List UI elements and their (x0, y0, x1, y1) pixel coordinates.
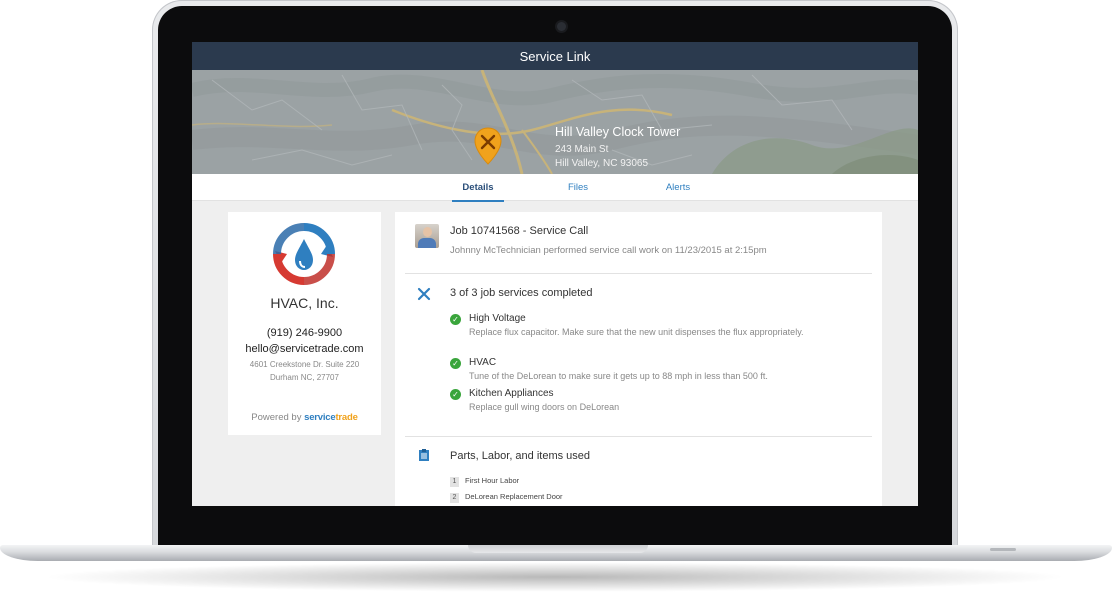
brand-part1: service (304, 412, 336, 423)
service-name: High Voltage (469, 313, 526, 324)
part-number: 1 (450, 477, 459, 487)
servicetrade-logo: servicetrade (304, 412, 358, 423)
parts-title: Parts, Labor, and items used (450, 450, 591, 462)
check-icon: ✓ (450, 358, 461, 369)
job-subtitle: Johnny McTechnician performed service ca… (450, 245, 767, 256)
tab-files[interactable]: Files (558, 174, 598, 200)
divider (405, 273, 872, 274)
company-address-line1: 4601 Creekstone Dr. Suite 220 (249, 360, 360, 369)
services-summary: 3 of 3 job services completed (450, 287, 593, 299)
location-street: 243 Main St (555, 144, 609, 155)
laptop-base-notch (468, 545, 648, 553)
service-description: Tune of the DeLorean to make sure it get… (469, 371, 768, 381)
service-description: Replace gull wing doors on DeLorean (469, 402, 620, 412)
tab-details[interactable]: Details (452, 174, 504, 202)
company-logo (271, 221, 337, 292)
check-icon: ✓ (450, 314, 461, 325)
powered-by-label: Powered by (251, 412, 302, 423)
powered-by[interactable]: Powered by servicetrade (228, 412, 381, 423)
location-map[interactable]: Hill Valley Clock Tower 243 Main St Hill… (192, 70, 918, 174)
part-item: 1 First Hour Labor (450, 476, 519, 487)
company-email[interactable]: hello@servicetrade.com (228, 343, 381, 355)
part-label: First Hour Labor (465, 476, 520, 485)
service-name: Kitchen Appliances (469, 388, 554, 399)
brand-part2: trade (335, 412, 358, 423)
company-card: HVAC, Inc. (919) 246-9900 hello@servicet… (228, 212, 381, 435)
company-address-line2: Durham NC, 27707 (270, 373, 339, 382)
laptop-base-indicator (990, 548, 1016, 551)
camera-icon (557, 22, 566, 31)
job-title: Job 10741568 - Service Call (450, 225, 589, 237)
location-city: Hill Valley, NC 93065 (555, 158, 649, 169)
clipboard-icon (417, 448, 431, 467)
app-title: Service Link (519, 48, 591, 64)
check-icon: ✓ (450, 389, 461, 400)
divider (405, 436, 872, 437)
company-name: HVAC, Inc. (270, 295, 339, 311)
app-titlebar: Service Link (192, 42, 918, 70)
tab-alerts[interactable]: Alerts (658, 174, 698, 200)
service-name: HVAC (469, 357, 497, 368)
technician-avatar (415, 224, 439, 248)
part-label: DeLorean Replacement Door (465, 492, 563, 501)
part-item: 2 DeLorean Replacement Door (450, 492, 563, 503)
job-card: Job 10741568 - Service Call Johnny McTec… (395, 212, 882, 506)
app-screen: Service Link Hill Valley Clock Tower 243… (192, 42, 918, 506)
tab-bar: Details Files Alerts (192, 174, 918, 202)
wrench-screwdriver-icon (417, 287, 431, 306)
location-name: Hill Valley Clock Tower (555, 125, 681, 139)
service-description: Replace flux capacitor. Make sure that t… (469, 327, 804, 337)
part-number: 2 (450, 493, 459, 503)
laptop-shadow (40, 562, 1070, 592)
company-phone[interactable]: (919) 246-9900 (228, 327, 381, 339)
